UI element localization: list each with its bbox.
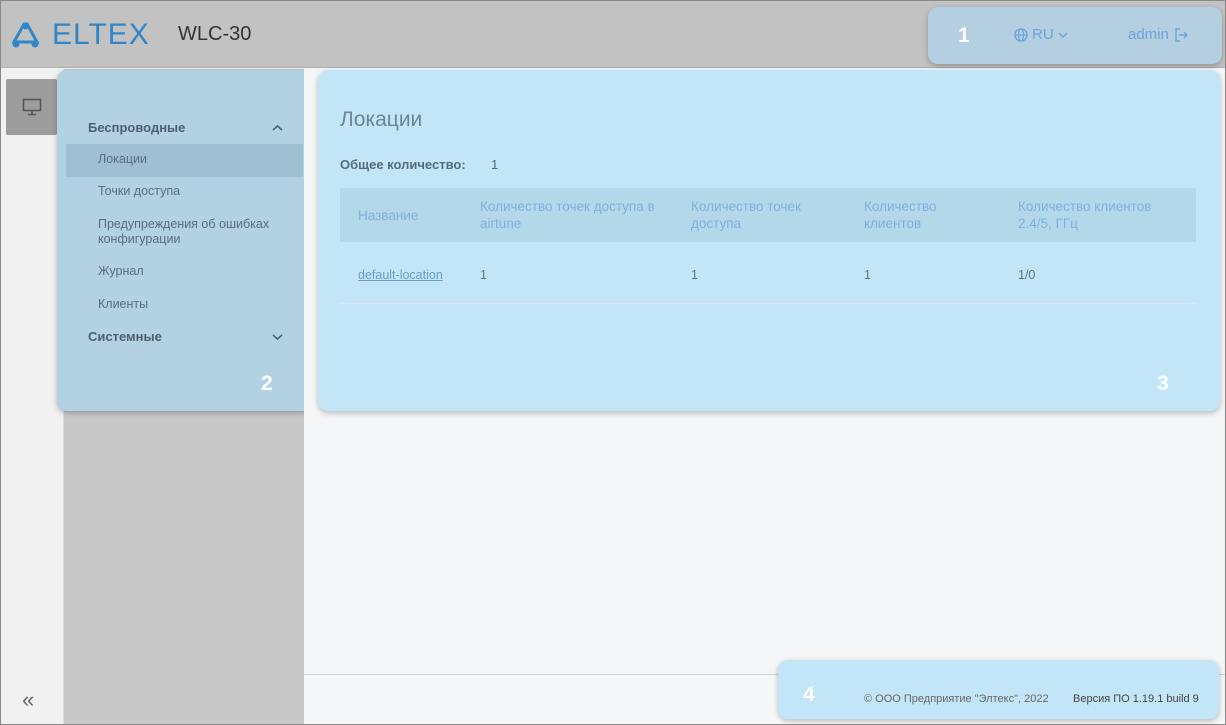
callout-number-2: 2 <box>261 372 273 395</box>
sidebar-group-wireless[interactable]: Беспроводные <box>88 120 185 135</box>
eltex-logo-icon <box>12 22 40 48</box>
location-link[interactable]: default-location <box>358 268 443 282</box>
column-header-clients[interactable]: Количество клиентов <box>864 198 974 232</box>
sidebar-group-system[interactable]: Системные <box>88 329 162 344</box>
table-cell-clients-band: 1/0 <box>1018 268 1036 282</box>
column-header-ap-count[interactable]: Количество точек доступа <box>691 198 841 232</box>
total-count-label: Общее количество: <box>340 157 466 172</box>
table-cell-ap-airtune: 1 <box>480 268 487 282</box>
table-cell-ap-count: 1 <box>691 268 698 282</box>
callout-number-3: 3 <box>1157 372 1169 395</box>
sidebar-item-clients[interactable]: Клиенты <box>98 297 298 312</box>
total-count-value: 1 <box>491 157 499 172</box>
sidebar-item-config-warnings[interactable]: Предупреждения об ошибках конфигурации <box>98 217 298 247</box>
software-version: Версия ПО 1.19.1 build 9 <box>1073 693 1199 705</box>
column-header-ap-airtune[interactable]: Количество точек доступа в airtune <box>480 198 675 232</box>
monitoring-section-button[interactable] <box>6 79 57 135</box>
logout-icon <box>1175 27 1188 42</box>
table-row-divider <box>340 303 1196 304</box>
chevron-up-icon[interactable] <box>272 124 283 132</box>
chevron-down-icon <box>1058 32 1068 38</box>
column-header-clients-band[interactable]: Количество клиентов 2.4/5, ГГц <box>1018 198 1188 232</box>
globe-icon <box>1014 27 1028 42</box>
copyright-text: © ООО Предприятие "Элтекс", 2022 <box>864 693 1049 705</box>
eltex-logo[interactable]: ELTEX <box>12 18 150 51</box>
chevron-down-icon[interactable] <box>272 333 283 341</box>
table-cell-name[interactable]: default-location <box>358 268 443 282</box>
username-label: admin <box>1128 26 1169 43</box>
language-selector[interactable]: RU <box>1014 26 1068 43</box>
callout-number-4: 4 <box>803 683 815 706</box>
user-logout[interactable]: admin <box>1128 26 1188 43</box>
collapse-sidebar-button[interactable]: « <box>22 687 34 713</box>
sidebar-item-access-points[interactable]: Точки доступа <box>98 184 298 199</box>
language-label: RU <box>1032 26 1054 43</box>
sidebar-item-journal[interactable]: Журнал <box>98 264 298 279</box>
callout-number-1: 1 <box>958 24 970 47</box>
sidebar-item-locations[interactable]: Локации <box>98 152 298 167</box>
device-model: WLC-30 <box>178 23 252 45</box>
table-cell-clients: 1 <box>864 268 871 282</box>
monitor-icon <box>22 98 41 116</box>
page-title: Локации <box>340 108 423 131</box>
icon-rail: « <box>0 69 64 725</box>
highlight-region-footer <box>778 660 1219 719</box>
column-header-name[interactable]: Название <box>358 207 468 224</box>
logo-text: ELTEX <box>52 18 150 51</box>
